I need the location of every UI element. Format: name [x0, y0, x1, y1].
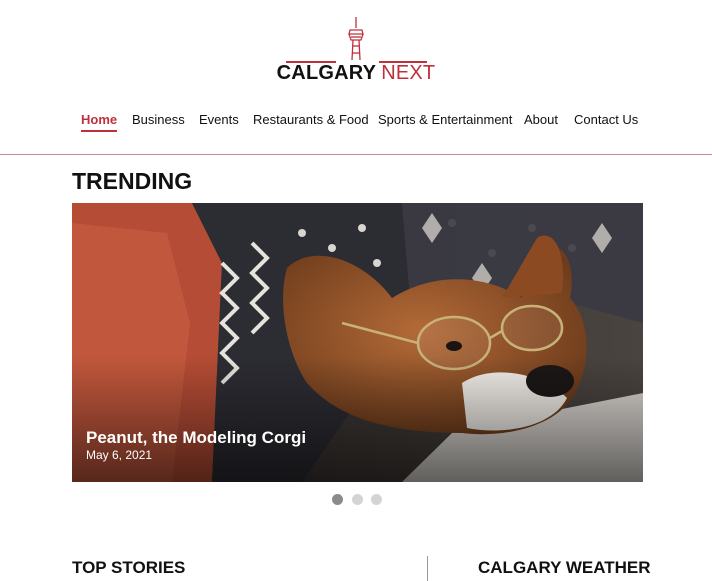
calgary-weather-heading: CALGARY WEATHER	[478, 558, 651, 577]
nav-item-events[interactable]: Events	[199, 111, 239, 129]
carousel-dot-3[interactable]	[371, 494, 382, 505]
nav-item-sports-entertainment[interactable]: Sports & Entertainment	[378, 111, 512, 129]
nav-item-home[interactable]: Home	[81, 111, 118, 132]
header-divider	[0, 154, 712, 155]
nav-item-contact-us[interactable]: Contact Us	[574, 111, 638, 129]
main-nav: Home Business Events Restaurants & Food …	[0, 111, 712, 133]
trending-heading: TRENDING	[72, 168, 193, 194]
nav-item-business[interactable]: Business	[132, 111, 185, 129]
nav-item-restaurants-food[interactable]: Restaurants & Food	[253, 111, 369, 129]
slide-date: May 6, 2021	[86, 448, 153, 462]
section-divider	[427, 556, 428, 581]
carousel-dot-2[interactable]	[352, 494, 363, 505]
site-logo[interactable]: CALGARY NEXT	[0, 0, 712, 95]
top-stories-heading: TOP STORIES	[72, 558, 186, 577]
slide-title[interactable]: Peanut, the Modeling Corgi	[86, 428, 306, 448]
logo-word-next: NEXT	[381, 62, 436, 84]
calgary-tower-icon	[348, 17, 364, 61]
logo-text: CALGARY NEXT	[0, 62, 712, 85]
nav-item-about[interactable]: About	[524, 111, 558, 129]
logo-word-calgary: CALGARY	[276, 62, 377, 84]
carousel-dot-1[interactable]	[332, 494, 343, 505]
carousel-indicators	[332, 494, 384, 506]
